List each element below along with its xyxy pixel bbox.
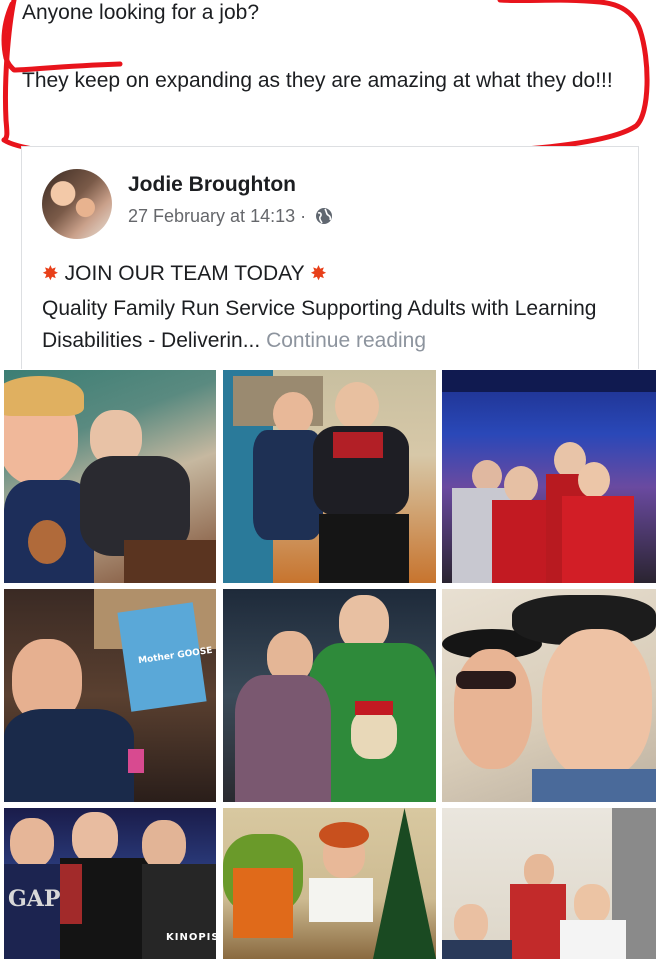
headline-text: JOIN OUR TEAM TODAY [64,262,305,285]
photo-bowling-group[interactable] [442,370,656,583]
headline: ✸ JOIN OUR TEAM TODAY ✸ [42,261,327,286]
shirt-print: GAP [8,886,61,912]
photo-hats-selfie[interactable] [442,589,656,802]
meta-separator: · [300,206,307,226]
sparkle-icon: ✸ [42,263,59,285]
globe-icon [316,208,333,224]
continue-reading-link[interactable]: Continue reading [266,329,426,352]
avatar[interactable] [42,169,112,239]
shirt-print: KINOPIS [166,932,216,943]
photo-group-indoors[interactable] [442,808,656,959]
photo-selfie-christmas-jumper[interactable] [4,370,216,583]
post-meta: 27 February at 14:13 · [128,206,333,227]
photo-woman-flowers-christmas-tree[interactable] [223,808,436,959]
photo-two-men-wheelchair[interactable] [223,370,436,583]
photo-man-with-dvd[interactable]: Mother GOOSE [4,589,216,802]
sparkle-icon: ✸ [310,263,327,285]
timestamp[interactable]: 27 February at 14:13 [128,206,295,226]
post-body: Quality Family Run Service Supporting Ad… [42,293,632,357]
photo-grid: Mother GOOSE GAP KINOPIS [4,370,656,959]
author-name[interactable]: Jodie Broughton [128,173,296,197]
photo-three-men-kinopia[interactable]: GAP KINOPIS [4,808,216,959]
shared-post-card[interactable]: Jodie Broughton 27 February at 14:13 · ✸… [21,146,639,369]
photo-couple-elf-jumper[interactable] [223,589,436,802]
